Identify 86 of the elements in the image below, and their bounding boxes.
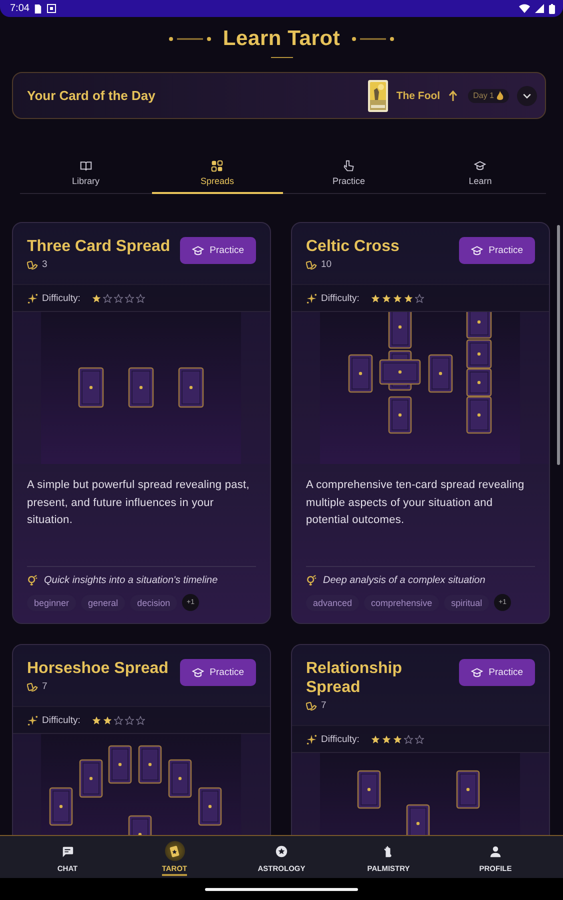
cards-in-hand-icon: [27, 681, 38, 692]
graduation-cap-icon: [470, 666, 483, 678]
empty-star-icon: [136, 294, 146, 302]
card-count: 7: [321, 700, 326, 711]
flame-icon: [496, 90, 504, 100]
spread-title: Relationship Spread: [306, 659, 404, 697]
sparkle-icon: [306, 734, 317, 744]
streak-text: Day 1: [473, 91, 494, 100]
graduation-cap-icon: [470, 244, 483, 256]
section-tab[interactable]: Practice: [283, 153, 414, 194]
filled-star-icon: [92, 716, 102, 724]
clock: 7:04: [10, 3, 30, 14]
spread-purpose: Deep analysis of a complex situation: [323, 575, 486, 586]
spread-title: Horseshoe Spread: [27, 659, 170, 678]
spread-card[interactable]: Horseshoe Spread 7 Practice Difficulty:: [12, 644, 271, 835]
divider-ornament: [350, 36, 394, 42]
spread-description: A comprehensive ten-card spread revealing multiple aspects of your situation and potential outcomes.: [305, 478, 526, 528]
filled-star-icon: [382, 734, 392, 744]
spread-title: Celtic Cross: [306, 237, 400, 256]
person-icon: [489, 844, 502, 858]
sparkle-icon: [27, 292, 38, 304]
cards-in-hand-icon: [306, 700, 317, 711]
section-tab[interactable]: Spreads: [152, 153, 283, 194]
spread-card[interactable]: [291, 222, 550, 624]
tag-chip: general: [81, 594, 126, 610]
card-count: 7: [42, 681, 48, 692]
empty-star-icon: [125, 716, 134, 724]
spread-card[interactable]: [12, 222, 271, 624]
notification-icon: [47, 4, 56, 13]
tag-chip: spiritual: [444, 594, 490, 610]
spread-card[interactable]: Relationship Spread 7 Practice Difficulty:: [291, 644, 550, 835]
empty-star-icon: [136, 716, 146, 724]
pointer-icon: [342, 160, 355, 172]
wifi-icon: [519, 4, 530, 13]
difficulty-label: Difficulty:: [42, 714, 80, 726]
card-count: 3: [42, 259, 48, 270]
graduation-cap-icon: [474, 160, 486, 172]
filled-star-icon: [404, 294, 414, 302]
filled-star-icon: [393, 734, 402, 744]
spread-title: Three Card Spread: [27, 237, 172, 256]
sparkle-icon: [27, 714, 38, 726]
difficulty-label: Difficulty:: [321, 734, 360, 744]
filled-star-icon: [92, 294, 102, 302]
divider-ornament: [168, 36, 213, 42]
star-circle-icon: [275, 844, 288, 858]
graduation-cap-icon: [192, 244, 204, 256]
practice-button[interactable]: Practice: [180, 659, 256, 686]
chat-icon: [61, 844, 74, 858]
cards-in-hand-icon: [306, 259, 317, 270]
grid-icon: [211, 160, 224, 172]
card-count: 10: [321, 259, 332, 270]
battery-icon: [549, 4, 555, 14]
section-tab[interactable]: Learn: [414, 153, 546, 194]
empty-star-icon: [125, 294, 134, 302]
page-title: Learn Tarot: [222, 27, 340, 51]
expand-button[interactable]: [517, 86, 537, 106]
signal-icon: [535, 4, 544, 13]
card-name: The Fool: [396, 90, 440, 102]
section-tab[interactable]: Library: [20, 153, 152, 194]
tag-chip: comprehensive: [364, 594, 440, 610]
book-icon: [80, 160, 92, 172]
tarot-card-icon: [168, 844, 181, 858]
tag-chip: beginner: [27, 594, 76, 610]
difficulty-label: Difficulty:: [321, 292, 360, 304]
filled-star-icon: [371, 734, 380, 744]
difficulty-label: Difficulty:: [42, 292, 80, 304]
card-of-the-day-banner[interactable]: Your Card of the Day The Fool Day 1: [12, 72, 546, 119]
graduation-cap-icon: [192, 666, 204, 678]
tag-chip: advanced: [306, 594, 360, 610]
empty-star-icon: [114, 294, 124, 302]
spread-purpose: Quick insights into a situation's timeline: [44, 575, 218, 586]
banner-title: Your Card of the Day: [27, 88, 156, 103]
filled-star-icon: [393, 294, 402, 302]
cards-in-hand-icon: [27, 259, 38, 270]
practice-button[interactable]: Practice: [180, 237, 256, 264]
sim-card-icon: [34, 4, 42, 14]
filled-star-icon: [103, 716, 112, 724]
tag-chip: decision: [130, 594, 178, 610]
practice-button[interactable]: Practice: [458, 659, 535, 686]
spread-description: A simple but powerful spread revealing past, present, and future influences in your situation.: [26, 478, 250, 528]
filled-star-icon: [382, 294, 392, 302]
empty-star-icon: [415, 734, 424, 744]
practice-button[interactable]: Practice: [458, 237, 535, 264]
filled-star-icon: [371, 294, 380, 302]
home-indicator[interactable]: [205, 888, 358, 890]
sparkle-icon: [306, 292, 317, 304]
